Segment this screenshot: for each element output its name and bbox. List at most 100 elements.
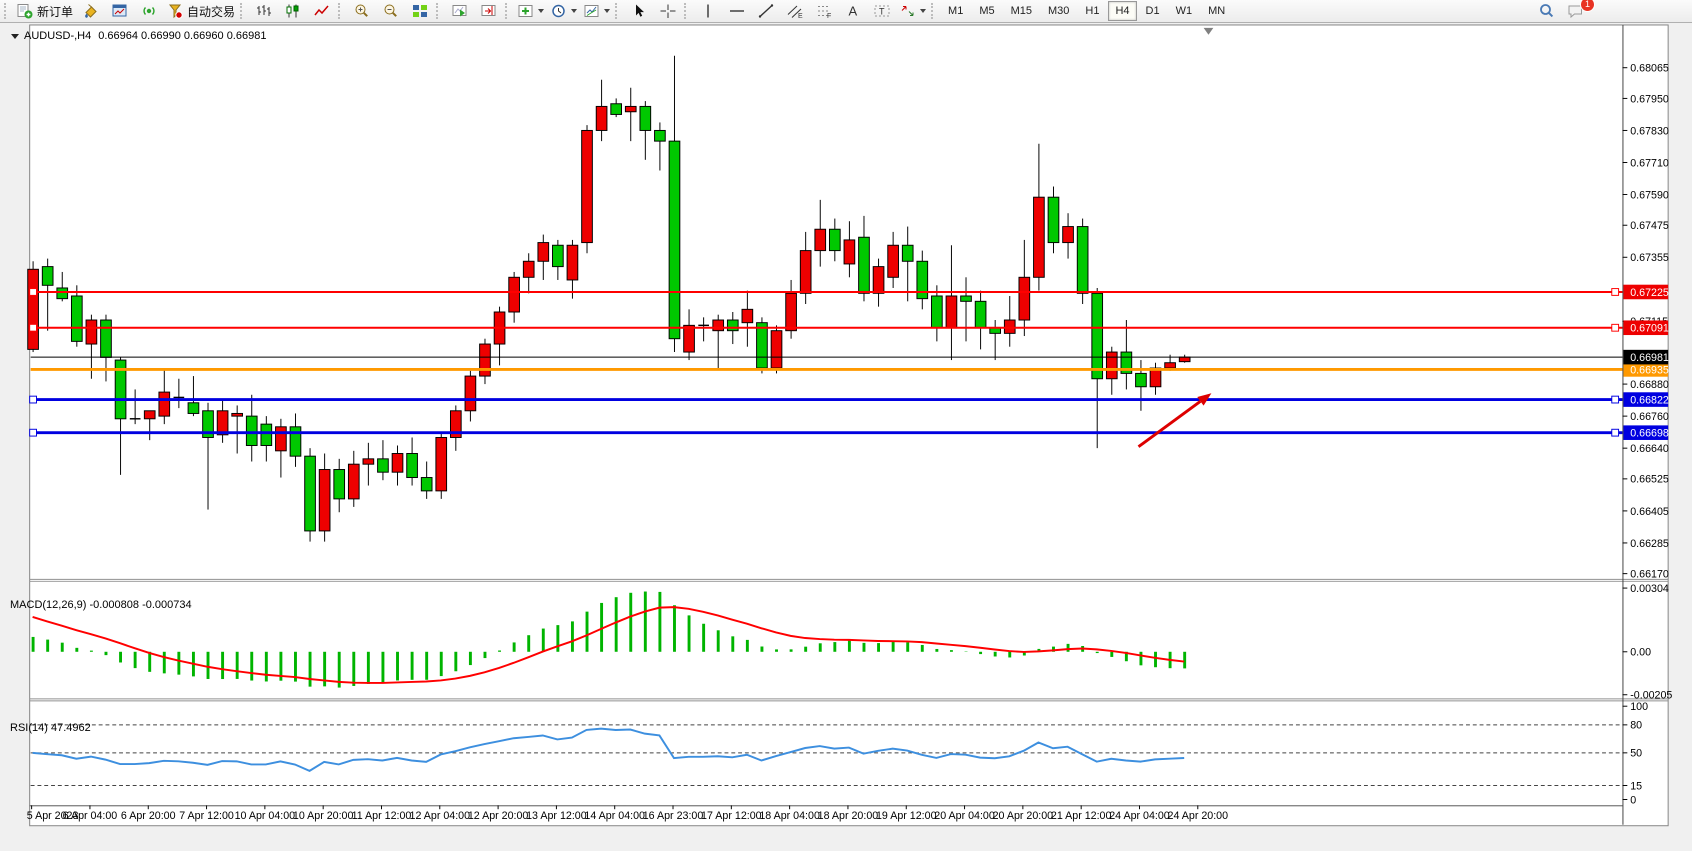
new-order-button[interactable]: 新订单 [13, 0, 76, 22]
auto-scroll-button[interactable] [445, 0, 474, 22]
cursor-button[interactable] [624, 0, 653, 22]
price-tick-label: 0.66880 [1630, 379, 1669, 391]
chevron-down-icon[interactable] [604, 9, 610, 13]
line-handle[interactable] [1612, 324, 1619, 331]
crosshair-button[interactable] [653, 0, 682, 22]
candle [1077, 227, 1088, 294]
price-badge-label: 0.67091 [1630, 323, 1669, 335]
chevron-down-icon[interactable] [920, 9, 926, 13]
price-tick-label: 0.66640 [1630, 443, 1669, 455]
line-handle[interactable] [30, 324, 37, 331]
candle [57, 288, 68, 299]
candle [990, 328, 1001, 333]
toolbar-separator [684, 3, 689, 19]
line-chart-button[interactable] [307, 0, 336, 22]
time-tick-label: 12 Apr 20:00 [468, 810, 529, 822]
rsi-tick-label: 15 [1630, 780, 1642, 792]
search-button[interactable] [1532, 0, 1561, 22]
candle [625, 106, 636, 111]
candlestick-chart-button[interactable] [278, 0, 307, 22]
line-handle[interactable] [30, 396, 37, 403]
chart-profile-button[interactable] [105, 0, 134, 22]
candle [771, 331, 782, 368]
time-tick-label: 12 Apr 04:00 [410, 810, 471, 822]
text-button[interactable]: A [838, 0, 867, 22]
price-tick-label: 0.66405 [1630, 506, 1669, 518]
candle [1019, 277, 1030, 320]
tile-windows-button[interactable] [405, 0, 434, 22]
candle [421, 478, 432, 491]
candle [290, 427, 301, 456]
candle [1034, 197, 1045, 277]
timeframe-m5-button[interactable]: M5 [972, 1, 1001, 21]
rsi-tick-label: 80 [1630, 720, 1642, 732]
timeframe-h4-button[interactable]: H4 [1108, 1, 1136, 21]
equidistant-channel-button[interactable]: E [780, 0, 809, 22]
svg-text:F: F [827, 13, 831, 19]
indicators-button[interactable] [514, 0, 547, 22]
zoom-out-button[interactable] [376, 0, 405, 22]
timeframe-mn-button[interactable]: MN [1201, 1, 1232, 21]
line-handle[interactable] [30, 429, 37, 436]
candle [888, 245, 899, 277]
arrows-button[interactable] [896, 0, 929, 22]
toolbar-separator [4, 3, 9, 19]
candle [392, 454, 403, 473]
candle [975, 301, 986, 328]
horizontal-line-button[interactable] [722, 0, 751, 22]
timeframe-m30-button[interactable]: M30 [1041, 1, 1076, 21]
timeframe-m15-button[interactable]: M15 [1004, 1, 1039, 21]
timeframe-m1-button[interactable]: M1 [941, 1, 970, 21]
paint-bucket-button[interactable] [76, 0, 105, 22]
chart-shift-button[interactable] [474, 0, 503, 22]
candle [757, 323, 768, 368]
chevron-down-icon[interactable] [538, 9, 544, 13]
timeframe-w1-button[interactable]: W1 [1169, 1, 1200, 21]
auto-trading-button[interactable]: 自动交易 [163, 0, 238, 22]
svg-text:A: A [848, 4, 857, 19]
time-tick-label: 20 Apr 04:00 [934, 810, 995, 822]
candle [480, 344, 491, 376]
candle [1048, 197, 1059, 242]
line-handle[interactable] [1612, 396, 1619, 403]
macd-tick-label: 0.00304 [1630, 583, 1669, 595]
templates-button[interactable] [580, 0, 613, 22]
bar-chart-button[interactable] [249, 0, 278, 22]
trendline-button[interactable] [751, 0, 780, 22]
price-tick-label: 0.66525 [1630, 474, 1669, 486]
candle [319, 470, 330, 531]
line-handle[interactable] [30, 289, 37, 296]
price-tick-label: 0.68065 [1630, 63, 1669, 75]
periods-button[interactable] [547, 0, 580, 22]
candle [509, 277, 520, 312]
toolbar-separator [615, 3, 620, 19]
vertical-line-button[interactable] [693, 0, 722, 22]
time-tick-label: 7 Apr 12:00 [179, 810, 234, 822]
chart-window-frame [30, 25, 1668, 826]
text-label-button[interactable]: T [867, 0, 896, 22]
chart-menu-icon[interactable] [11, 34, 19, 39]
candle [86, 320, 97, 344]
timeframe-h1-button[interactable]: H1 [1078, 1, 1106, 21]
candle [844, 240, 855, 264]
candle [1165, 363, 1176, 368]
line-handle[interactable] [1612, 289, 1619, 296]
time-tick-label: 11 Apr 12:00 [352, 810, 412, 822]
auto-trading-label: 自动交易 [187, 3, 235, 20]
chevron-down-icon[interactable] [571, 9, 577, 13]
signal-button[interactable] [134, 0, 163, 22]
fibonacci-button[interactable]: F [809, 0, 838, 22]
macd-indicator-label: MACD(12,26,9) -0.000808 -0.000734 [10, 599, 192, 611]
time-tick-label: 18 Apr 04:00 [759, 810, 820, 822]
timeframe-d1-button[interactable]: D1 [1139, 1, 1167, 21]
chart-canvas[interactable]: 0.680650.679500.678300.677100.675900.674… [0, 24, 1692, 851]
candle [655, 130, 666, 141]
rsi-indicator-label: RSI(14) 47.4962 [10, 722, 91, 734]
candle [1092, 293, 1103, 378]
chat-button[interactable]: 1 [1561, 0, 1590, 22]
candle [159, 392, 170, 416]
line-handle[interactable] [1612, 429, 1619, 436]
main-toolbar: 新订单 自动交易 E F AT M1M5M15M30H1H4D1W1MN 1 [0, 0, 1692, 23]
candle [407, 454, 418, 478]
zoom-in-button[interactable] [347, 0, 376, 22]
